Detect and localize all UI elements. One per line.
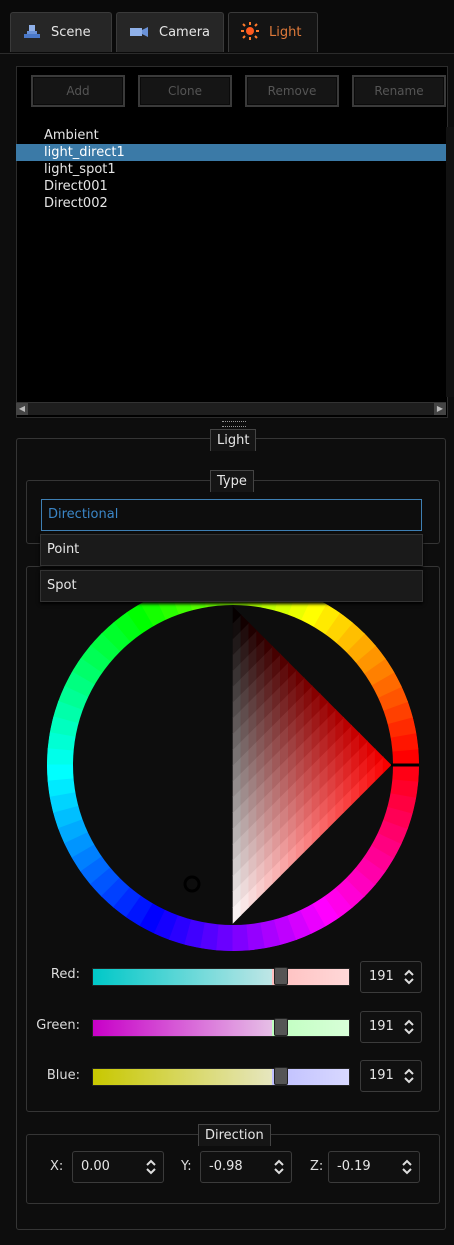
red-value: 191	[369, 969, 394, 984]
red-slider[interactable]	[92, 967, 350, 986]
light-group-title: Light	[210, 429, 257, 451]
x-spinbox[interactable]: 0.00	[72, 1151, 164, 1183]
green-slider[interactable]	[92, 1018, 350, 1037]
camera-icon	[129, 24, 149, 42]
red-slider-thumb[interactable]	[274, 967, 288, 985]
remove-button[interactable]: Remove	[245, 75, 339, 107]
spin-arrows-icon[interactable]	[273, 1157, 285, 1177]
blue-label: Blue:	[46, 1068, 80, 1083]
light-icon	[241, 21, 259, 44]
direction-group-title: Direction	[198, 1124, 271, 1146]
spin-arrows-icon[interactable]	[403, 1066, 415, 1086]
x-label: X:	[50, 1159, 64, 1174]
spin-arrows-icon[interactable]	[403, 1017, 415, 1037]
green-slider-thumb[interactable]	[274, 1018, 288, 1036]
list-item[interactable]: Ambient	[16, 127, 446, 144]
light-list: Ambient light_direct1 light_spot1 Direct…	[16, 127, 446, 212]
spin-arrows-icon[interactable]	[401, 1157, 413, 1177]
dropdown-option-point[interactable]: Point	[40, 534, 423, 566]
type-dropdown[interactable]: Directional	[41, 499, 422, 531]
green-label: Green:	[36, 1018, 80, 1033]
tab-light[interactable]: Light	[228, 12, 318, 52]
green-spinbox[interactable]: 191	[360, 1011, 422, 1043]
x-value: 0.00	[81, 1159, 110, 1174]
scroll-left-icon[interactable]: ◀	[16, 403, 28, 415]
list-item-selected[interactable]: light_direct1	[16, 144, 446, 161]
spin-arrows-icon[interactable]	[145, 1157, 157, 1177]
tab-divider	[0, 53, 454, 54]
y-value: -0.98	[209, 1159, 243, 1174]
list-item[interactable]: Direct001	[16, 178, 446, 195]
dropdown-option-spot[interactable]: Spot	[40, 570, 423, 602]
tab-scene[interactable]: Scene	[10, 12, 112, 52]
blue-slider-thumb[interactable]	[274, 1067, 288, 1085]
light-list-panel	[16, 66, 448, 418]
z-label: Z:	[310, 1159, 324, 1174]
color-wheel[interactable]	[46, 574, 420, 954]
tab-light-label: Light	[269, 25, 302, 40]
y-spinbox[interactable]: -0.98	[200, 1151, 292, 1183]
red-spinbox[interactable]: 191	[360, 961, 422, 993]
tab-camera-label: Camera	[159, 25, 211, 40]
y-label: Y:	[181, 1159, 192, 1174]
z-spinbox[interactable]: -0.19	[328, 1151, 420, 1183]
type-group-title: Type	[210, 470, 254, 492]
clone-button[interactable]: Clone	[138, 75, 232, 107]
scene-icon	[23, 23, 41, 43]
horizontal-scrollbar[interactable]: ◀ ▶	[16, 402, 446, 415]
blue-slider[interactable]	[92, 1067, 350, 1086]
rename-button[interactable]: Rename	[352, 75, 446, 107]
splitter-handle[interactable]	[222, 421, 246, 427]
blue-spinbox[interactable]: 191	[360, 1060, 422, 1092]
red-label: Red:	[50, 967, 80, 982]
green-value: 191	[369, 1019, 394, 1034]
list-item[interactable]: Direct002	[16, 195, 446, 212]
scroll-right-icon[interactable]: ▶	[434, 403, 446, 415]
tab-camera[interactable]: Camera	[116, 12, 224, 52]
spin-arrows-icon[interactable]	[403, 967, 415, 987]
add-button[interactable]: Add	[31, 75, 125, 107]
tab-scene-label: Scene	[51, 25, 91, 40]
vertical-scrollbar[interactable]	[446, 127, 454, 397]
z-value: -0.19	[337, 1159, 371, 1174]
blue-value: 191	[369, 1068, 394, 1083]
list-item[interactable]: light_spot1	[16, 161, 446, 178]
